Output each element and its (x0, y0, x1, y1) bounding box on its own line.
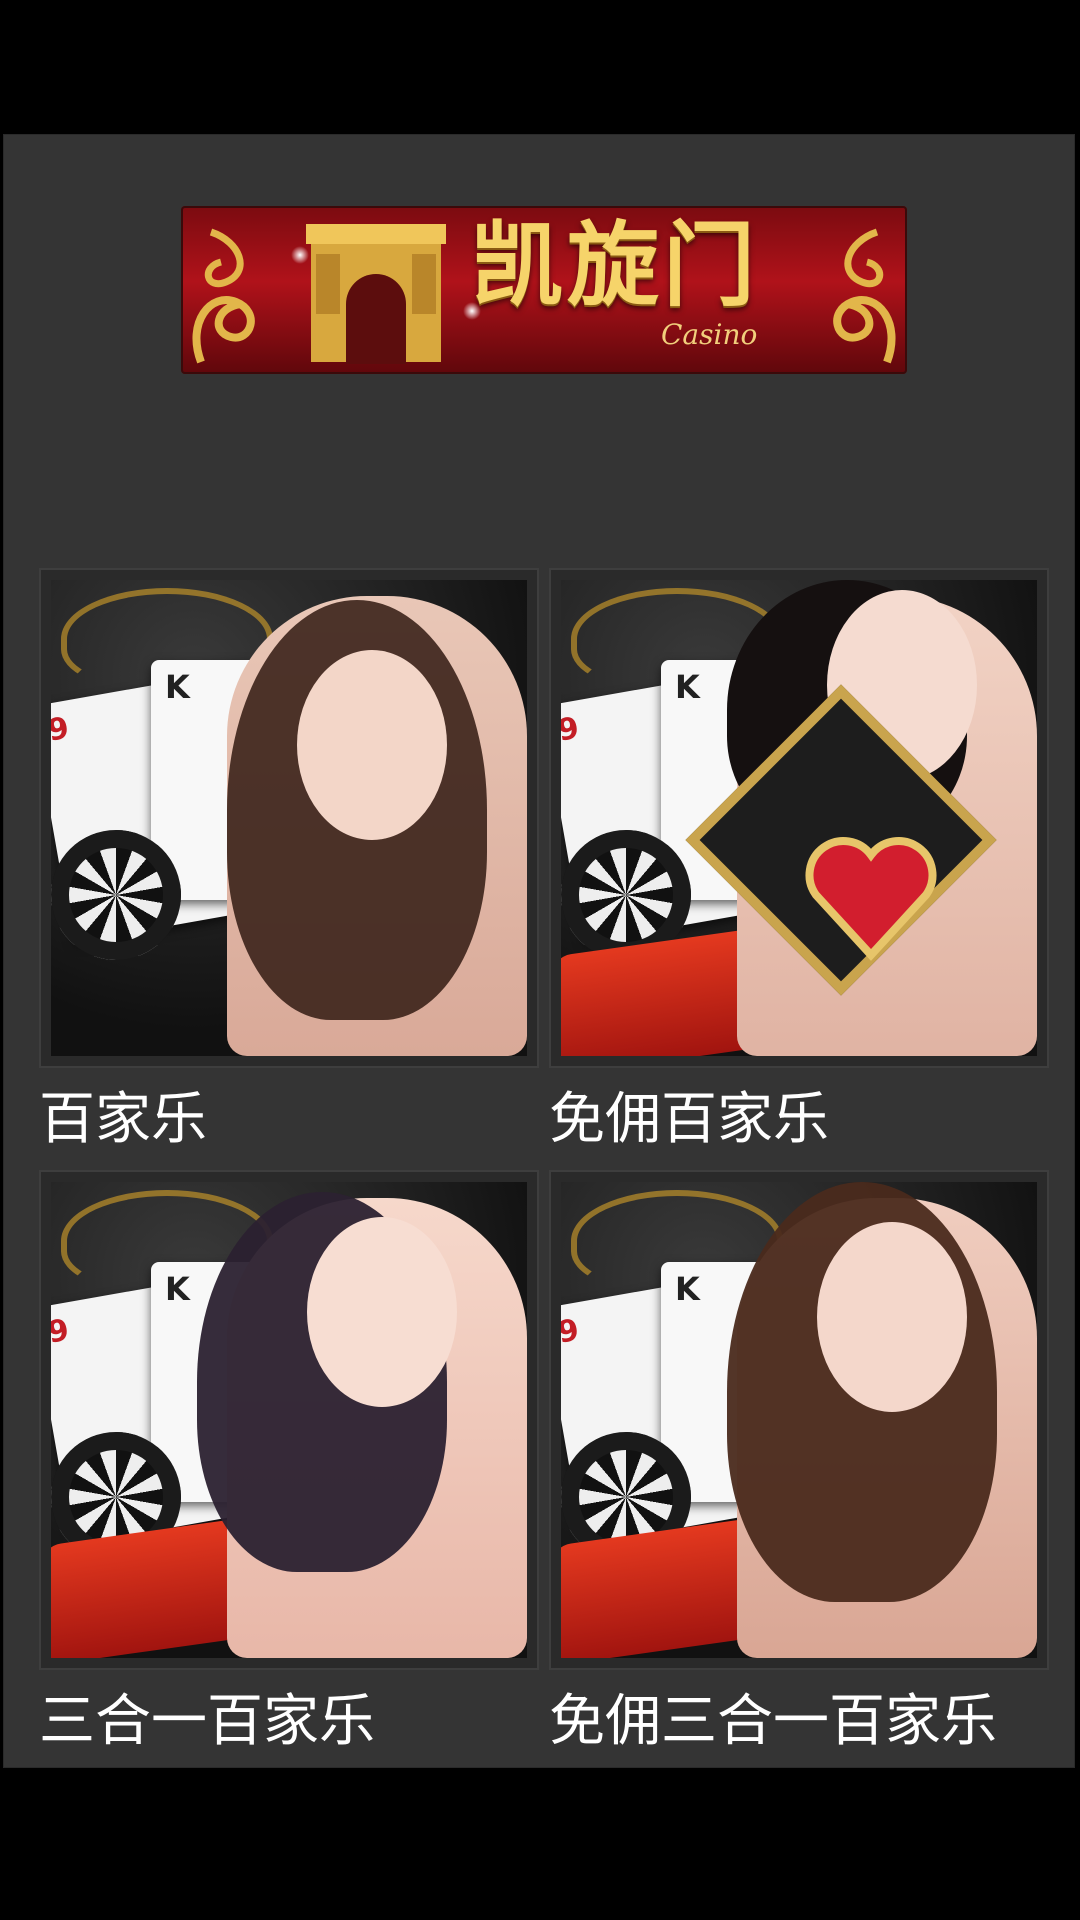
game-thumbnail[interactable]: 9 K (39, 568, 539, 1068)
game-tile-3in1-baccarat[interactable]: 9 K 三合一百家乐 (39, 1170, 539, 1757)
game-tile-no-commission-3in1-baccarat[interactable]: 9 K 免佣三合一百家乐 (549, 1170, 1049, 1757)
game-thumbnail[interactable]: 9 K (39, 1170, 539, 1670)
game-thumbnail[interactable]: 9 K (549, 568, 1049, 1068)
game-label[interactable]: 免佣三合一百家乐 (549, 1676, 1049, 1757)
brand-subtitle: Casino (661, 318, 758, 351)
poker-chip-icon (51, 830, 181, 960)
game-thumbnail[interactable]: 9 K (549, 1170, 1049, 1670)
arch-icon (306, 224, 446, 364)
game-label[interactable]: 免佣百家乐 (549, 1074, 1049, 1155)
heart-icon (805, 837, 937, 961)
casino-banner: 凯旋门 Casino (181, 206, 907, 374)
brand-title: 凯旋门 (471, 212, 760, 319)
game-label[interactable]: 三合一百家乐 (39, 1676, 539, 1757)
game-tile-baccarat[interactable]: 9 K 百家乐 (39, 568, 539, 1155)
game-panel: 凯旋门 Casino 9 K 百家乐 9 K 免佣百家乐 9 K 三合一百家乐 … (3, 134, 1075, 1768)
game-tile-no-commission-baccarat[interactable]: 9 K 免佣百家乐 (549, 568, 1049, 1155)
game-label[interactable]: 百家乐 (39, 1074, 539, 1155)
gold-flourish-icon (833, 228, 896, 364)
gold-flourish-icon (192, 228, 255, 364)
sparkle-icon (291, 246, 309, 264)
